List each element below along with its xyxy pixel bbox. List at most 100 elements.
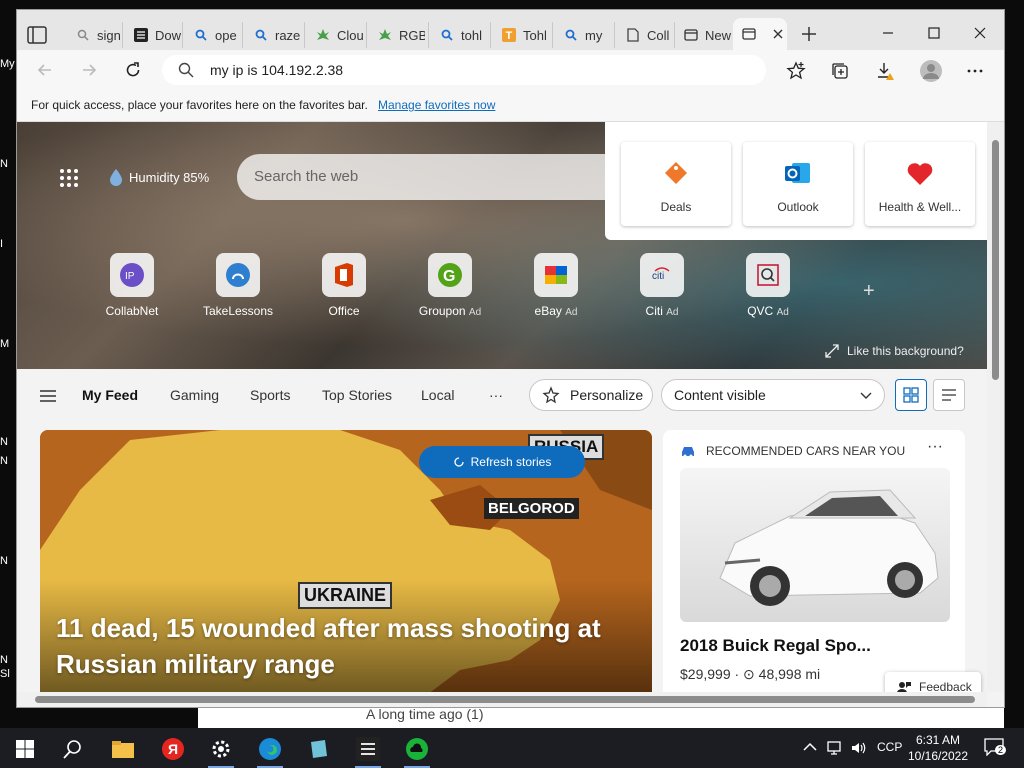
quick-link-groupon[interactable]: G Groupon Ad bbox=[405, 253, 495, 318]
new-tab-page: Humidity 85% Search the web IP CollabNet… bbox=[17, 122, 987, 692]
volume-icon[interactable] bbox=[850, 740, 866, 756]
page-icon bbox=[625, 27, 641, 43]
cloud-app-icon[interactable] bbox=[404, 736, 430, 768]
desktop-label: Sl bbox=[0, 668, 10, 680]
feed-tab-local[interactable]: Local bbox=[421, 387, 454, 403]
personalize-button[interactable]: Personalize bbox=[529, 379, 653, 411]
recommended-cars-card[interactable]: RECOMMENDED CARS NEAR YOU ··· 2018 Buick… bbox=[663, 430, 965, 692]
tab[interactable]: Coll bbox=[617, 22, 675, 48]
feed-tab-sports[interactable]: Sports bbox=[250, 387, 290, 403]
feedback-button[interactable]: Feedback bbox=[885, 672, 981, 692]
maximize-icon[interactable] bbox=[925, 24, 943, 42]
hamburger-menu-icon[interactable] bbox=[39, 389, 57, 403]
refresh-stories-button[interactable]: Refresh stories bbox=[419, 446, 585, 478]
tab[interactable]: New bbox=[675, 22, 733, 48]
tab[interactable]: tohl bbox=[431, 22, 491, 48]
news-card[interactable]: RUSSIA BELGOROD UKRAINE Refresh stories … bbox=[40, 430, 652, 692]
yandex-browser-icon[interactable]: Я bbox=[160, 736, 186, 762]
app-icon bbox=[133, 27, 149, 43]
windows-start-icon[interactable] bbox=[12, 736, 38, 762]
news-headline[interactable]: 11 dead, 15 wounded after mass shooting … bbox=[56, 610, 636, 682]
quick-link-ebay[interactable]: eBay Ad bbox=[511, 253, 601, 318]
tab-bar: sign Dow ope raze Clou RGB tohl T Tohl m… bbox=[17, 10, 1004, 50]
car-title[interactable]: 2018 Buick Regal Spo... bbox=[680, 636, 871, 656]
like-background-label: Like this background? bbox=[847, 344, 964, 358]
new-tab-button[interactable] bbox=[801, 26, 817, 42]
action-center-icon[interactable]: 2 bbox=[984, 738, 1007, 758]
more-options-icon[interactable] bbox=[965, 61, 985, 81]
system-clock[interactable]: 6:31 AM 10/16/2022 bbox=[900, 732, 976, 764]
apps-launcher-icon[interactable] bbox=[59, 168, 79, 188]
svg-text:G: G bbox=[443, 268, 455, 285]
grid-view-button[interactable] bbox=[895, 379, 927, 411]
favorite-star-icon[interactable] bbox=[786, 61, 806, 81]
refresh-icon[interactable] bbox=[123, 60, 143, 80]
tab-actions-icon[interactable] bbox=[27, 26, 47, 44]
tab-label: ope bbox=[215, 27, 237, 43]
show-hidden-icons-icon[interactable] bbox=[803, 742, 817, 752]
vertical-scrollbar[interactable] bbox=[987, 122, 1004, 692]
heart-icon bbox=[865, 142, 975, 186]
settings-gear-icon[interactable] bbox=[208, 736, 234, 768]
forward-icon[interactable] bbox=[79, 60, 99, 80]
quick-link-office[interactable]: Office bbox=[299, 253, 389, 318]
tab-label: New bbox=[705, 27, 731, 43]
quick-link-qvc[interactable]: QVC Ad bbox=[723, 253, 813, 318]
top-site-health[interactable]: Health & Well... bbox=[865, 142, 975, 226]
tab[interactable]: T Tohl bbox=[493, 22, 553, 48]
app-icon[interactable] bbox=[355, 736, 381, 768]
more-tabs-icon[interactable]: ··· bbox=[489, 387, 503, 403]
top-site-outlook[interactable]: Outlook bbox=[743, 142, 853, 226]
search-icon[interactable] bbox=[60, 736, 86, 762]
search-icon bbox=[178, 62, 194, 78]
tab[interactable]: my bbox=[555, 22, 615, 48]
separator-dot: · ⊙ bbox=[734, 666, 759, 682]
expand-icon bbox=[825, 344, 839, 358]
card-more-options-icon[interactable]: ··· bbox=[927, 438, 943, 456]
file-explorer-icon[interactable] bbox=[110, 736, 136, 762]
tab[interactable]: RGB bbox=[369, 22, 429, 48]
edge-browser-icon[interactable] bbox=[257, 736, 283, 768]
close-window-icon[interactable] bbox=[971, 24, 989, 42]
top-site-deals[interactable]: Deals bbox=[621, 142, 731, 226]
tab[interactable]: Dow bbox=[125, 22, 183, 48]
address-bar[interactable]: my ip is 104.192.2.38 bbox=[162, 55, 766, 85]
tab[interactable]: Clou bbox=[307, 22, 367, 48]
minimize-icon[interactable] bbox=[879, 24, 897, 42]
like-background-button[interactable]: Like this background? bbox=[825, 344, 964, 358]
tab[interactable]: raze bbox=[245, 22, 305, 48]
group-header[interactable]: A long time ago (1) bbox=[366, 706, 484, 722]
add-site-icon[interactable]: + bbox=[863, 280, 875, 303]
tab[interactable]: ope bbox=[185, 22, 243, 48]
scrollbar-thumb[interactable] bbox=[35, 696, 975, 703]
tab[interactable]: sign bbox=[67, 22, 123, 48]
list-view-button[interactable] bbox=[933, 379, 965, 411]
close-tab-icon[interactable] bbox=[773, 29, 783, 39]
navigation-toolbar: my ip is 104.192.2.38 bbox=[17, 50, 1004, 90]
network-icon[interactable] bbox=[826, 740, 842, 756]
quick-link-citi[interactable]: citi Citi Ad bbox=[617, 253, 707, 318]
desktop-label: I bbox=[0, 238, 4, 250]
edge-browser-window: sign Dow ope raze Clou RGB tohl T Tohl m… bbox=[17, 10, 1004, 707]
quick-link-takelessons[interactable]: TakeLessons bbox=[193, 253, 283, 318]
notes-app-icon[interactable] bbox=[305, 736, 331, 762]
profile-avatar-icon[interactable] bbox=[919, 59, 943, 83]
map-label-belgorod: BELGOROD bbox=[484, 498, 579, 519]
feed-tab-gaming[interactable]: Gaming bbox=[170, 387, 219, 403]
back-icon[interactable] bbox=[35, 60, 55, 80]
input-language[interactable]: CCP bbox=[877, 740, 902, 754]
feed-tab-my-feed[interactable]: My Feed bbox=[82, 387, 138, 403]
scrollbar-thumb[interactable] bbox=[992, 140, 999, 380]
feed-tab-top-stories[interactable]: Top Stories bbox=[322, 387, 392, 403]
quick-link-label: Groupon bbox=[418, 304, 466, 318]
manage-favorites-link[interactable]: Manage favorites now bbox=[378, 98, 495, 112]
content-visibility-select[interactable]: Content visible bbox=[661, 379, 885, 411]
horizontal-scrollbar[interactable] bbox=[17, 692, 987, 707]
weather-widget[interactable]: Humidity 85% bbox=[109, 168, 209, 186]
downloads-icon[interactable] bbox=[875, 61, 895, 81]
web-search-box[interactable]: Search the web bbox=[237, 154, 617, 200]
quick-link-collabnet[interactable]: IP CollabNet bbox=[87, 253, 177, 318]
tab-active[interactable] bbox=[733, 18, 787, 50]
collections-icon[interactable] bbox=[830, 61, 850, 81]
groupon-icon: G bbox=[428, 253, 472, 297]
